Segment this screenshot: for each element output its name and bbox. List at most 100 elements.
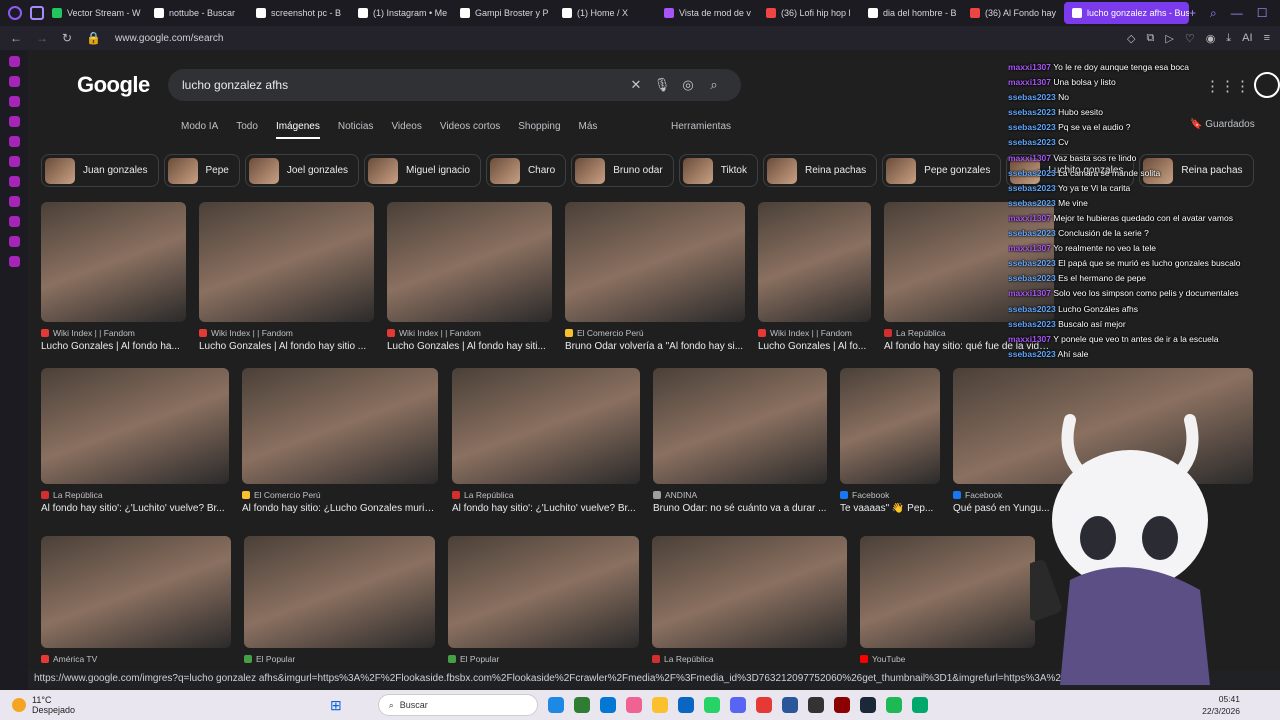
result-title[interactable]: Al fondo hay sitio: ¿Lucho Gonzales muri… [242, 503, 438, 514]
taskbar-app-icon[interactable] [547, 697, 564, 713]
tab-más[interactable]: Más [579, 121, 598, 139]
sidebar-icon-4[interactable] [8, 116, 20, 127]
sidebar-icon-10[interactable] [8, 236, 20, 247]
result-thumbnail[interactable] [652, 536, 847, 648]
menu-icon[interactable]: ≡ [1264, 32, 1270, 45]
minimize-icon[interactable]: — [1231, 6, 1243, 21]
tab-todo[interactable]: Todo [236, 121, 258, 139]
browser-tab[interactable]: Vector Stream - W [44, 2, 143, 24]
taskbar-app-icon[interactable] [729, 697, 746, 713]
system-clock[interactable]: 05:41 22/3/2026 [1202, 693, 1280, 717]
weather-widget[interactable]: 11°C Despejado [0, 695, 330, 715]
image-result[interactable]: La República Al fondo hay sitio': ¿'Luchi… [41, 368, 229, 514]
profile-icon[interactable]: ◉ [1206, 32, 1216, 45]
image-result[interactable]: La República [652, 536, 847, 664]
browser-tab[interactable]: nottube - Buscar [146, 2, 245, 24]
sidebar-icon-7[interactable] [8, 176, 20, 187]
result-title[interactable]: Lucho Gonzales | Al fo... [758, 341, 871, 352]
sidebar-icon-8[interactable] [8, 196, 20, 207]
browser-tab[interactable]: screenshot pc - B [248, 2, 347, 24]
related-chip[interactable]: Tiktok [678, 154, 758, 187]
result-thumbnail[interactable] [860, 536, 1035, 648]
image-result[interactable]: Wiki Index | | Fandom Lucho Gonzales | Al… [387, 202, 552, 352]
result-thumbnail[interactable] [41, 202, 186, 322]
related-chip[interactable]: Charo [485, 154, 567, 187]
tools-button[interactable]: Herramientas [671, 121, 731, 132]
search-input[interactable]: lucho gonzalez afhs [182, 78, 623, 92]
sidebar-icon-9[interactable] [8, 216, 20, 227]
result-title[interactable]: Lucho Gonzales | Al fondo hay sitio ... [199, 341, 374, 352]
result-title[interactable]: Lucho Gonzales | Al fondo hay siti... [387, 341, 552, 352]
result-thumbnail[interactable] [452, 368, 640, 484]
taskbar-app-icon[interactable] [833, 697, 850, 713]
taskbar-app-icon[interactable] [625, 697, 642, 713]
tab-videos[interactable]: Videos [391, 121, 421, 139]
lens-icon[interactable]: ◎ [675, 77, 701, 93]
related-chip[interactable]: Pepe gonzales [882, 154, 1002, 187]
sidebar-icon-1[interactable] [8, 56, 20, 67]
related-chip[interactable]: Juan gonzales [41, 154, 159, 187]
sidebar-icon-6[interactable] [8, 156, 20, 167]
taskbar-app-icon[interactable] [859, 697, 876, 713]
maximize-icon[interactable]: ☐ [1257, 6, 1268, 21]
image-result[interactable]: América TV [41, 536, 231, 664]
related-chip[interactable]: Joel gonzales [244, 154, 360, 187]
image-result[interactable]: Wiki Index | | Fandom Lucho Gonzales | Al… [758, 202, 871, 352]
browser-tab[interactable]: (36) Al Fondo hay [962, 2, 1061, 24]
related-chip[interactable]: Miguel ignacio [364, 154, 481, 187]
browser-tab[interactable]: (36) Lofi hip hop l [758, 2, 857, 24]
image-result[interactable]: Facebook Te vaaaas" 👋 Pep... [840, 368, 940, 514]
result-thumbnail[interactable] [242, 368, 438, 484]
browser-tab[interactable]: Vista de mod de v [656, 2, 755, 24]
image-result[interactable]: El Popular [244, 536, 435, 664]
screenshot-icon[interactable]: ⧉ [1146, 32, 1154, 45]
taskbar-app-icon[interactable] [911, 697, 928, 713]
related-chip[interactable]: Reina pachas [763, 154, 878, 187]
reload-icon[interactable]: ↻ [62, 31, 72, 45]
taskbar-app-icon[interactable] [573, 697, 590, 713]
result-thumbnail[interactable] [41, 368, 229, 484]
tab-imágenes[interactable]: Imágenes [275, 121, 320, 139]
heart-icon[interactable]: ♡ [1185, 32, 1195, 45]
image-result[interactable]: La República Al fondo hay sitio': ¿'Luchi… [452, 368, 640, 514]
taskbar-app-icon[interactable] [755, 697, 772, 713]
result-title[interactable]: Lucho Gonzales | Al fondo ha... [41, 341, 186, 352]
result-title[interactable]: Bruno Odar volvería a "Al fondo hay si..… [565, 341, 745, 352]
result-thumbnail[interactable] [41, 536, 231, 648]
result-title[interactable]: Bruno Odar: no sé cuánto va a durar ... [653, 503, 827, 514]
google-logo[interactable]: Google [77, 72, 150, 98]
result-thumbnail[interactable] [758, 202, 871, 322]
taskbar-app-icon[interactable] [703, 697, 720, 713]
tab-shopping[interactable]: Shopping [518, 121, 560, 139]
taskbar-app-icon[interactable] [885, 697, 902, 713]
related-chip[interactable]: Pepe [163, 154, 240, 187]
related-chip[interactable]: Bruno odar [571, 154, 674, 187]
sidebar-icon-2[interactable] [8, 76, 20, 87]
search-icon[interactable]: ⌕ [701, 77, 727, 93]
image-result[interactable]: El Comercio Perú Bruno Odar volvería a "A… [565, 202, 745, 352]
result-thumbnail[interactable] [653, 368, 827, 484]
ai-icon[interactable]: AI [1242, 32, 1252, 45]
result-title[interactable]: Al fondo hay sitio': ¿'Luchito' vuelve? … [41, 503, 229, 514]
tab-noticias[interactable]: Noticias [338, 121, 374, 139]
browser-tab[interactable]: lucho gonzalez afhs - Bus [1064, 2, 1189, 24]
sidebar-icon-5[interactable] [8, 136, 20, 147]
result-thumbnail[interactable] [840, 368, 940, 484]
taskbar-app-icon[interactable] [651, 697, 668, 713]
result-thumbnail[interactable] [244, 536, 435, 648]
image-result[interactable]: Wiki Index | | Fandom Lucho Gonzales | Al… [199, 202, 374, 352]
url-field[interactable]: www.google.com/search [115, 33, 223, 44]
taskbar-app-icon[interactable] [807, 697, 824, 713]
image-result[interactable]: ANDINA Bruno Odar: no sé cuánto va a dura… [653, 368, 827, 514]
sidebar-icon-3[interactable] [8, 96, 20, 107]
browser-tab[interactable]: (1) Instagram • Me [350, 2, 449, 24]
download-icon[interactable]: ⤓ [1226, 32, 1231, 45]
image-result[interactable]: El Popular [448, 536, 639, 664]
forward-icon[interactable]: → [36, 31, 48, 45]
result-thumbnail[interactable] [387, 202, 552, 322]
browser-tab[interactable]: Gampi Broster y P [452, 2, 551, 24]
browser-menu[interactable] [0, 6, 44, 20]
image-result[interactable]: YouTube [860, 536, 1035, 664]
start-icon[interactable]: ⊞ [330, 697, 342, 714]
browser-tab[interactable]: dia del hombre - B [860, 2, 959, 24]
